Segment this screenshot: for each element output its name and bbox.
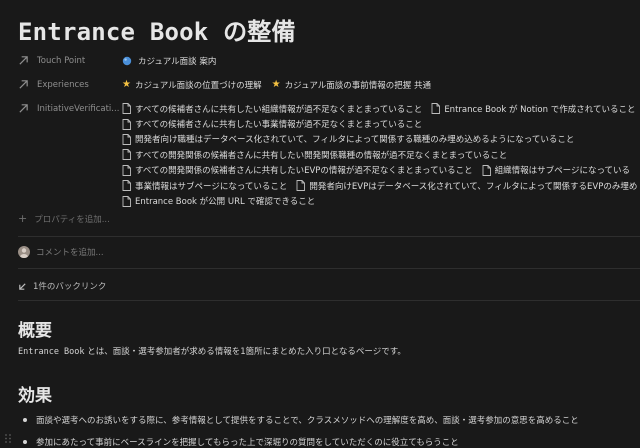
effects-heading[interactable]: 効果 <box>18 381 52 406</box>
relation-arrow-icon <box>19 80 28 89</box>
page-icon <box>296 180 306 192</box>
initiative-page-link[interactable]: 事業情報はサブページになっていること <box>122 180 287 192</box>
list-item[interactable]: 面談や選考へのお誘いをする際に、参考情報として提供をすることで、クラスメソッドへ… <box>18 409 640 431</box>
page-icon <box>122 195 131 207</box>
initiative-page-link[interactable]: Entrance Book が公開 URL で確認できること <box>122 195 315 207</box>
comment-placeholder: コメントを追加... <box>36 248 104 258</box>
initiative-page-link[interactable]: すべての開発関係の候補者さんに共有したい開発関係職種の情報が過不足なくまとまって… <box>122 149 507 161</box>
blue-bubble-icon <box>122 56 132 66</box>
backlinks-button[interactable]: 1件のバックリンク <box>18 280 106 292</box>
initiative-label: InitiativeVerificati... <box>37 103 120 114</box>
initiative-line: 事業情報はサブページになっていること 開発者向けEVPはデータベース化されていて、… <box>122 178 640 193</box>
notion-page: Entrance Book の整備 Touch Point カジュアル面談 案内… <box>0 0 640 448</box>
initiative-line: すべての開発関係の候補者さんに共有したいEVPの情報が過不足なくまとまっているこ… <box>122 163 640 178</box>
initiative-page-title: 組織情報はサブページになっている <box>494 166 631 177</box>
list-item[interactable]: 参加にあたって事前にベースラインを把握してもらった上で深堀りの質問をしていただく… <box>18 431 640 448</box>
experience-item[interactable]: ★ カジュアル面談の事前情報の把握 共通 <box>271 79 431 92</box>
list-item-text: 面談や選考へのお誘いをする際に、参考情報として提供をすることで、クラスメソッドへ… <box>36 416 579 426</box>
overview-heading[interactable]: 概要 <box>18 316 52 341</box>
experience-item[interactable]: ★ カジュアル面談の位置づけの理解 <box>122 79 262 92</box>
initiative-page-title: すべての候補者さんに共有したい事業情報が過不足なくまとまっていること <box>135 120 423 131</box>
initiative-page-link[interactable]: 組織情報はサブページになっている <box>482 164 630 176</box>
page-icon <box>122 118 131 130</box>
relation-arrow-icon <box>19 56 28 65</box>
star-icon: ★ <box>122 79 131 90</box>
property-label-initiative[interactable]: InitiativeVerificati... <box>18 103 119 114</box>
page-title[interactable]: Entrance Book の整備 <box>18 12 296 47</box>
initiative-page-link[interactable]: 開発者向けEVPはデータベース化されていて、フィルタによって関係するEVPのみ埋… <box>296 180 637 192</box>
property-label-experiences[interactable]: Experiences <box>18 79 89 90</box>
initiative-page-link[interactable]: すべての候補者さんに共有したい事業情報が過不足なくまとまっていること <box>122 118 422 130</box>
overview-text: とは、面談・選考参加者が求める情報を1箇所にまとめた入り口となるページです。 <box>84 347 406 357</box>
property-label-touch-point[interactable]: Touch Point <box>18 55 85 66</box>
overview-paragraph[interactable]: Entrance Book とは、面談・選考参加者が求める情報を1箇所にまとめた… <box>18 345 406 357</box>
experience-item-label: カジュアル面談の事前情報の把握 共通 <box>284 81 431 91</box>
page-icon <box>431 103 441 115</box>
initiative-line: Entrance Book が公開 URL で確認できること <box>122 193 640 208</box>
initiative-page-title: すべての開発関係の候補者さんに共有したい開発関係職種の情報が過不足なくまとまって… <box>135 150 508 161</box>
initiative-page-link[interactable]: すべての候補者さんに共有したい組織情報が過不足なくまとまっていること <box>122 103 422 115</box>
experience-item-label: カジュアル面談の位置づけの理解 <box>134 81 262 91</box>
relation-arrow-icon <box>19 104 28 113</box>
bullet-dot <box>23 440 27 444</box>
touch-point-text: カジュアル面談 案内 <box>138 57 217 67</box>
page-icon <box>122 103 131 115</box>
experiences-label: Experiences <box>37 79 89 90</box>
backlink-arrow-icon <box>19 282 26 290</box>
plus-icon: + <box>18 212 28 225</box>
page-icon <box>482 164 491 176</box>
divider <box>18 300 640 301</box>
initiative-page-title: 事業情報はサブページになっていること <box>135 181 288 192</box>
initiative-page-title: すべての開発関係の候補者さんに共有したいEVPの情報が過不足なくまとまっているこ… <box>135 166 473 177</box>
experiences-value: ★ カジュアル面談の位置づけの理解 ★ カジュアル面談の事前情報の把握 共通 <box>122 79 431 92</box>
drag-handle-icon[interactable] <box>4 433 12 444</box>
initiative-line: すべての候補者さんに共有したい組織情報が過不足なくまとまっていること Entran… <box>122 101 640 116</box>
divider <box>18 236 640 237</box>
initiative-page-title: 開発者向けEVPはデータベース化されていて、フィルタによって関係するEVPのみ埋… <box>309 181 638 192</box>
touch-point-value[interactable]: カジュアル面談 案内 <box>122 55 216 67</box>
initiative-page-title: 開発者向け職種はデータベース化されていて、フィルタによって関係する職種のみ埋め込… <box>135 135 575 146</box>
initiative-line: すべての開発関係の候補者さんに共有したい開発関係職種の情報が過不足なくまとまって… <box>122 147 640 162</box>
page-icon <box>122 134 131 145</box>
touch-point-label: Touch Point <box>37 55 86 66</box>
initiative-page-title: すべての候補者さんに共有したい組織情報が過不足なくまとまっていること <box>135 104 423 115</box>
overview-code-text: Entrance Book <box>18 347 85 357</box>
effects-list: 面談や選考へのお誘いをする際に、参考情報として提供をすることで、クラスメソッドへ… <box>18 409 640 448</box>
initiative-line: すべての候補者さんに共有したい事業情報が過不足なくまとまっていること <box>122 116 640 131</box>
bullet-dot <box>23 418 27 422</box>
initiative-page-link[interactable]: すべての開発関係の候補者さんに共有したいEVPの情報が過不足なくまとまっているこ… <box>122 164 473 176</box>
backlinks-label: 1件のバックリンク <box>33 282 107 292</box>
page-icon <box>122 149 131 161</box>
add-property-button[interactable]: + プロパティを追加... <box>18 212 110 225</box>
divider <box>18 268 640 269</box>
initiative-page-title: Entrance Book が公開 URL で確認できること <box>135 197 316 208</box>
initiative-line: 開発者向け職種はデータベース化されていて、フィルタによって関係する職種のみ埋め込… <box>122 132 640 147</box>
page-icon <box>122 180 131 192</box>
add-property-label: プロパティを追加... <box>34 214 110 225</box>
comment-input[interactable]: コメントを追加... <box>18 246 104 258</box>
page-icon <box>122 164 131 176</box>
initiative-list: すべての候補者さんに共有したい組織情報が過不足なくまとまっていること Entran… <box>122 101 640 209</box>
avatar <box>18 246 30 258</box>
initiative-page-link[interactable]: Entrance Book が Notion で作成されていること <box>431 103 635 115</box>
list-item-text: 参加にあたって事前にベースラインを把握してもらった上で深堀りの質問をしていただく… <box>36 438 459 448</box>
initiative-page-title: Entrance Book が Notion で作成されていること <box>444 104 636 115</box>
initiative-page-link[interactable]: 開発者向け職種はデータベース化されていて、フィルタによって関係する職種のみ埋め込… <box>122 133 574 145</box>
star-icon: ★ <box>271 79 281 90</box>
